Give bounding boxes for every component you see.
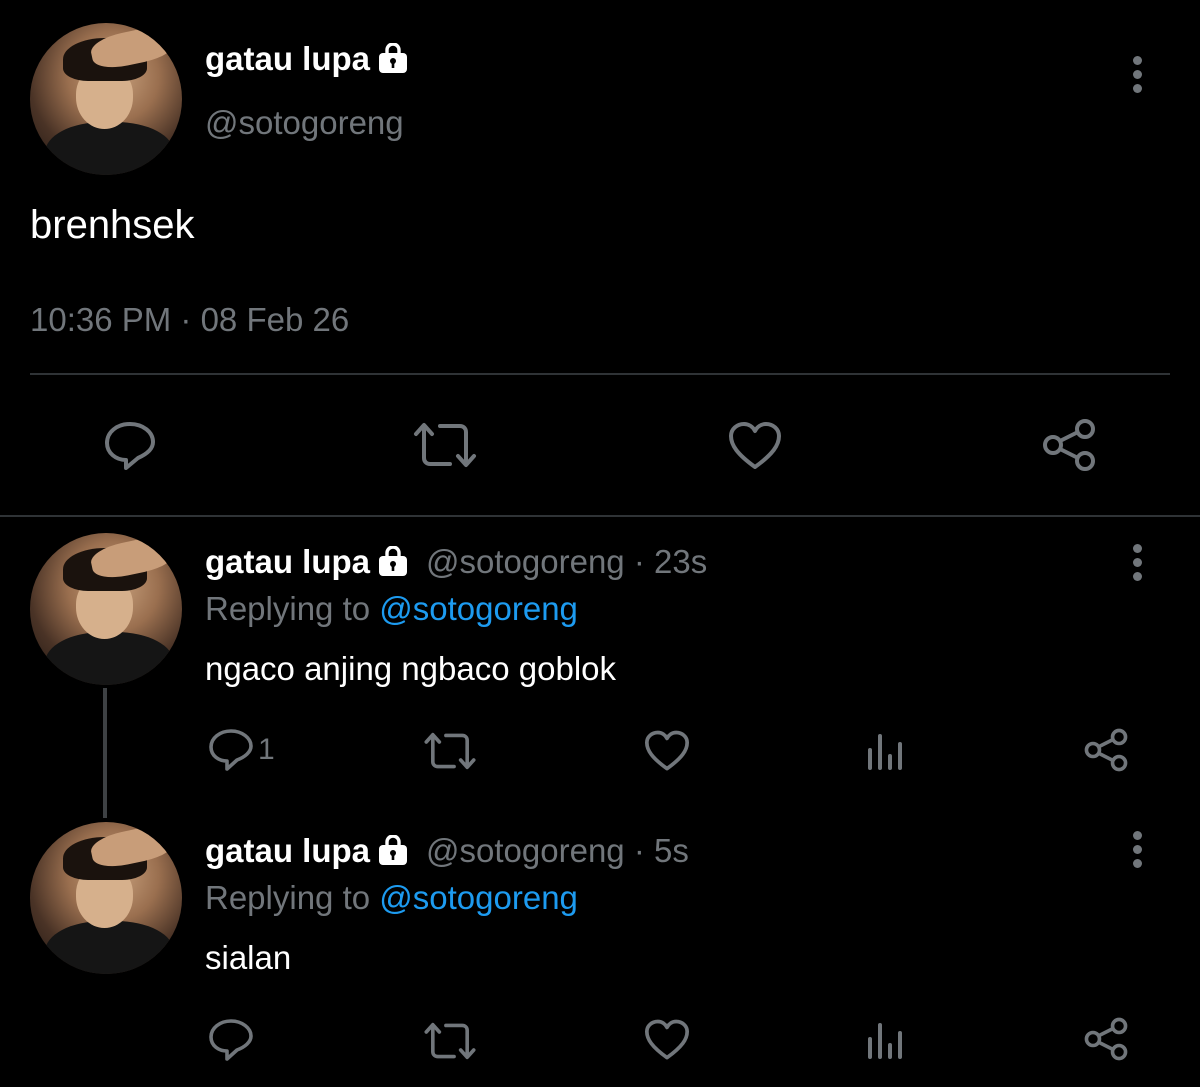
retweet-icon[interactable] xyxy=(412,420,478,470)
divider xyxy=(0,515,1200,517)
tweet-text: ngaco anjing ngbaco goblok xyxy=(205,650,617,687)
tweet-text: sialan xyxy=(205,939,292,976)
replying-to-handle-link[interactable]: @sotogoreng xyxy=(379,590,578,627)
more-options-icon[interactable] xyxy=(1131,831,1143,873)
like-icon[interactable] xyxy=(643,1019,691,1061)
avatar[interactable] xyxy=(30,533,182,685)
share-icon[interactable] xyxy=(1083,1017,1129,1061)
retweet-icon[interactable] xyxy=(423,730,477,772)
replying-to-handle-link[interactable]: @sotogoreng xyxy=(379,879,578,916)
replying-to-label: Replying to xyxy=(205,590,371,627)
display-name[interactable]: gatau lupa xyxy=(205,40,370,77)
share-icon[interactable] xyxy=(1083,728,1129,772)
avatar[interactable] xyxy=(30,23,182,175)
lock-icon xyxy=(376,834,410,870)
replying-to: Replying to @sotogoreng xyxy=(205,879,578,917)
like-icon[interactable] xyxy=(727,421,783,471)
more-options-icon[interactable] xyxy=(1131,56,1143,98)
tweet-text: brenhsek xyxy=(30,203,195,247)
more-options-icon[interactable] xyxy=(1131,544,1143,586)
like-icon[interactable] xyxy=(643,730,691,772)
divider xyxy=(30,373,1170,375)
tweet-timestamp[interactable]: 10:36 PM · 08 Feb 26 xyxy=(30,301,349,339)
lock-icon xyxy=(376,42,410,78)
handle-and-time[interactable]: @sotogoreng · 5s xyxy=(426,832,689,869)
retweet-icon[interactable] xyxy=(423,1020,477,1062)
display-name[interactable]: gatau lupa xyxy=(205,543,370,580)
user-handle[interactable]: @sotogoreng xyxy=(205,104,404,142)
views-icon[interactable] xyxy=(866,1019,906,1059)
lock-icon xyxy=(376,545,410,581)
reply-count: 1 xyxy=(258,733,275,766)
author-row: gatau lupa @sotogoreng · 5s xyxy=(205,832,689,870)
reply-icon[interactable] xyxy=(208,1018,254,1062)
replying-to-label: Replying to xyxy=(205,879,371,916)
author-row: gatau lupa xyxy=(205,40,410,78)
thread-line xyxy=(103,688,107,818)
author-row: gatau lupa @sotogoreng · 23s xyxy=(205,543,707,581)
reply-icon[interactable] xyxy=(103,420,157,472)
replying-to: Replying to @sotogoreng xyxy=(205,590,578,628)
handle-and-time[interactable]: @sotogoreng · 23s xyxy=(426,543,707,580)
avatar[interactable] xyxy=(30,822,182,974)
display-name[interactable]: gatau lupa xyxy=(205,832,370,869)
share-icon[interactable] xyxy=(1041,418,1097,472)
views-icon[interactable] xyxy=(866,730,906,770)
reply-icon[interactable] xyxy=(208,728,254,772)
